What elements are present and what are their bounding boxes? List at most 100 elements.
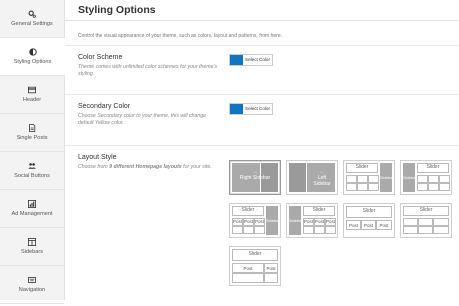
layout-left-sidebar[interactable]: ← Left Sidebar bbox=[286, 160, 338, 195]
layout-cell bbox=[254, 226, 265, 234]
layout-right-sidebar[interactable]: → Right Sidebar bbox=[229, 160, 281, 195]
layout-cell-row: Post Post Post bbox=[303, 218, 336, 226]
layout-style-title: Layout Style bbox=[78, 154, 117, 161]
layout-cell-row: Post Post bbox=[232, 263, 278, 273]
layout-cell: Post bbox=[232, 263, 264, 273]
sidebar-item-styling-options[interactable]: Styling Options bbox=[0, 38, 65, 76]
sidebar-item-label: General Settings bbox=[11, 21, 53, 27]
layout-cell bbox=[368, 183, 379, 191]
layout-cell: Post bbox=[314, 218, 325, 226]
layout-cell bbox=[346, 183, 357, 191]
select-color-button[interactable]: Select Color bbox=[243, 104, 272, 114]
layout-cell-row bbox=[232, 273, 278, 283]
layout-cell bbox=[264, 273, 278, 283]
layout-label: Slider bbox=[355, 164, 369, 170]
sidebar-item-sidebars[interactable]: Sidebars bbox=[0, 228, 64, 266]
sidebar-item-header[interactable]: Header bbox=[0, 76, 64, 114]
layout-cell: Post bbox=[325, 218, 336, 226]
layout-cell-row bbox=[346, 175, 379, 183]
layout-slider-two-posts[interactable]: Slider Post Post bbox=[229, 246, 281, 286]
color-scheme-picker[interactable]: Select Color bbox=[229, 54, 274, 66]
layout-cell-row bbox=[232, 226, 265, 234]
layout-cell bbox=[428, 175, 439, 183]
document-icon bbox=[29, 124, 36, 132]
secondary-color-picker[interactable]: Select Color bbox=[229, 103, 274, 115]
sidebar-item-label: Styling Options bbox=[13, 59, 52, 65]
layout-cell bbox=[418, 226, 433, 234]
main-content: Styling Options Control the visual appea… bbox=[65, 0, 459, 300]
sidebar-item-label: Social Buttons bbox=[14, 173, 50, 179]
secondary-color-description: Choose Secondary color to your theme, th… bbox=[78, 113, 207, 126]
layout-cell: Post bbox=[361, 220, 376, 230]
layout-cell bbox=[428, 183, 439, 191]
layout-cell bbox=[314, 226, 325, 234]
sidebar-item-general-settings[interactable]: General Settings bbox=[0, 0, 64, 38]
layout-label: Left Sidebar bbox=[313, 175, 331, 187]
layout-cell bbox=[243, 226, 254, 234]
layout-label: Sidebar bbox=[403, 175, 417, 180]
layout-cell: Post bbox=[264, 263, 278, 273]
layout-label: Slider bbox=[419, 207, 433, 213]
layout-sidebar-slider-posts[interactable]: Sidebar Slider Post Post Post bbox=[286, 203, 338, 238]
color-swatch[interactable] bbox=[230, 104, 243, 114]
layout-cell: Post bbox=[232, 218, 243, 226]
layout-cell bbox=[417, 183, 428, 191]
users-icon bbox=[28, 163, 36, 169]
secondary-color-section: Secondary Color Choose Secondary color t… bbox=[65, 94, 459, 145]
layout-block bbox=[289, 163, 307, 192]
layout-cell: Post bbox=[303, 218, 314, 226]
layout-slider-grid-sidebar[interactable]: Slider Sidebar bbox=[343, 160, 395, 195]
sidebar-item-label: Sidebars bbox=[20, 249, 44, 255]
layout-cell bbox=[357, 183, 368, 191]
layout-cell-row: Post Post Post bbox=[346, 220, 392, 230]
color-scheme-title: Color Scheme bbox=[78, 54, 123, 61]
layout-cell-row bbox=[417, 175, 450, 183]
secondary-color-title: Secondary Color bbox=[78, 103, 131, 110]
page-intro: Control the visual appearance of your th… bbox=[78, 33, 282, 39]
sidebar-item-single-posts[interactable]: Single Posts bbox=[0, 114, 64, 152]
keyboard-icon bbox=[28, 277, 36, 283]
columns-icon bbox=[28, 238, 36, 246]
layout-slider-grid-full[interactable]: Slider bbox=[400, 203, 452, 238]
layout-label: Sidebar bbox=[266, 218, 280, 223]
layout-cell-row bbox=[346, 183, 379, 191]
page-title: Styling Options bbox=[78, 4, 156, 16]
layout-cell bbox=[433, 218, 449, 226]
layout-cell bbox=[303, 226, 314, 234]
layout-label: Sidebar bbox=[289, 218, 303, 223]
layout-cell: Post bbox=[254, 218, 265, 226]
color-scheme-description: Theme comes with unlimited color schemes… bbox=[78, 64, 218, 77]
layout-slider-posts-full[interactable]: Slider Post Post Post bbox=[343, 203, 395, 238]
layout-label: Slider bbox=[312, 207, 326, 213]
layout-cell bbox=[357, 175, 368, 183]
layout-label: Slider bbox=[362, 208, 376, 214]
layout-cell bbox=[403, 226, 418, 234]
sidebar-item-social-buttons[interactable]: Social Buttons bbox=[0, 152, 64, 190]
layout-sidebar-slider-grid[interactable]: Sidebar Slider bbox=[400, 160, 452, 195]
sidebar-item-ad-management[interactable]: Ad Management bbox=[0, 190, 64, 228]
contrast-icon bbox=[28, 48, 37, 56]
settings-page: General Settings Styling Options Header … bbox=[0, 0, 459, 304]
layout-label: Right Sidebar bbox=[239, 175, 271, 181]
layout-cell-row bbox=[417, 183, 450, 191]
layout-cell bbox=[417, 175, 428, 183]
layout-cell: Post bbox=[376, 220, 392, 230]
sidebar-item-label: Ad Management bbox=[11, 211, 53, 217]
page-header: Styling Options bbox=[65, 0, 459, 21]
layout-cell: Post bbox=[243, 218, 254, 226]
layout-cell bbox=[232, 273, 264, 283]
sidebar-item-label: Navigation bbox=[18, 287, 46, 293]
layout-slider-posts-right-sidebar[interactable]: Slider Post Post Post Sidebar bbox=[229, 203, 281, 238]
color-swatch[interactable] bbox=[230, 55, 243, 65]
layout-cell-row bbox=[403, 226, 449, 234]
sidebar-item-navigation[interactable]: Navigation bbox=[0, 266, 64, 304]
gears-icon bbox=[28, 10, 36, 18]
select-color-button[interactable]: Select Color bbox=[243, 55, 272, 65]
layout-cell bbox=[368, 175, 379, 183]
sidebar: General Settings Styling Options Header … bbox=[0, 0, 65, 304]
sidebar-item-label: Header bbox=[22, 97, 42, 103]
color-scheme-section: Color Scheme Theme comes with unlimited … bbox=[65, 45, 459, 94]
layout-cell bbox=[433, 226, 449, 234]
layout-style-description: Choose from 9 different Homepage layouts… bbox=[78, 164, 212, 170]
layout-cell bbox=[232, 226, 243, 234]
